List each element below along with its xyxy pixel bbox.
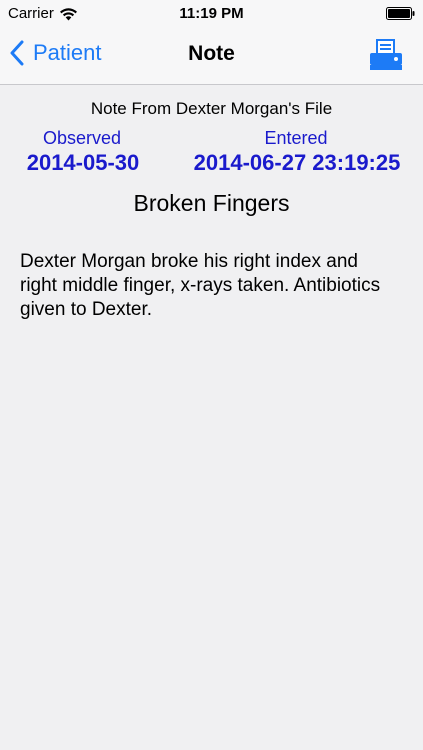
entered-datetime: 2014-06-27 23:19:25 <box>193 150 401 175</box>
note-body: Dexter Morgan broke his right index and … <box>20 251 381 320</box>
observed-label: Observed <box>42 128 122 148</box>
print-button[interactable] <box>369 39 403 71</box>
page-title: Note <box>188 42 235 65</box>
note-title: Broken Fingers <box>133 190 290 216</box>
top-bar: Carrier 11:19 PM Patient Note <box>0 0 423 85</box>
entered-label: Entered <box>264 128 328 148</box>
print-icon <box>370 39 402 70</box>
status-time: 11:19 PM <box>179 5 244 22</box>
observed-date: 2014-05-30 <box>26 150 140 175</box>
navigation-bar: Patient Note <box>0 28 423 84</box>
battery-icon <box>386 7 415 20</box>
note-file-title: Note From Dexter Morgan's File <box>90 99 333 118</box>
status-bar: Carrier 11:19 PM <box>0 0 423 28</box>
